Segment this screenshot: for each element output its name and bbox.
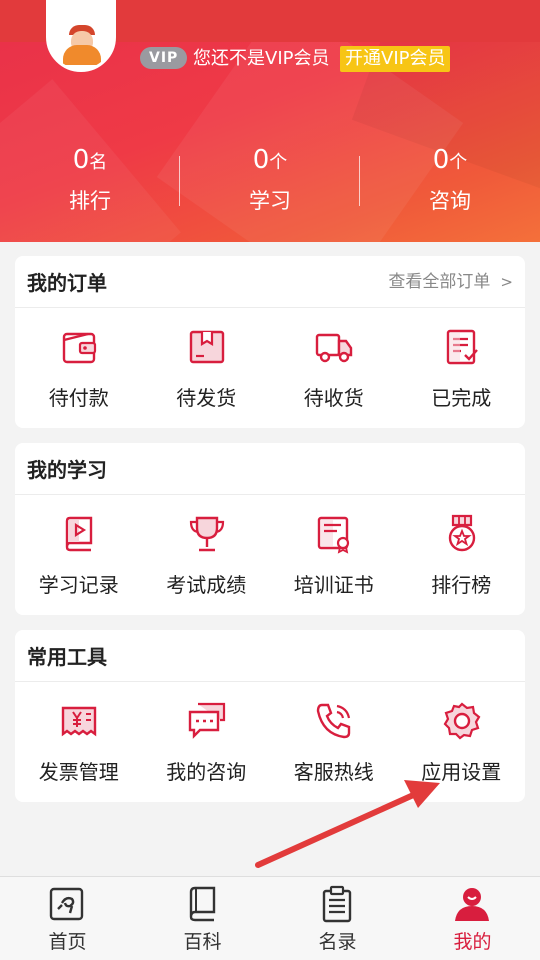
clipboard-icon — [322, 885, 352, 923]
my-consultation[interactable]: 我的咨询 — [143, 682, 271, 802]
avatar[interactable] — [46, 0, 116, 72]
item-label: 已完成 — [431, 386, 492, 410]
stat-value: 0 — [432, 145, 450, 175]
item-label: 待付款 — [48, 386, 109, 410]
phone-icon — [316, 703, 351, 739]
item-label: 待收货 — [303, 386, 364, 410]
truck-icon — [315, 333, 353, 363]
order-to-ship[interactable]: 待发货 — [143, 308, 271, 428]
video-book-icon — [65, 516, 93, 552]
tab-label: 我的 — [453, 931, 492, 953]
book-icon — [189, 886, 216, 922]
tab-label: 百科 — [183, 931, 222, 953]
orders-card: 我的订单 查看全部订单 > 待付款 待发货 待收货 已完成 — [15, 256, 525, 428]
order-to-receive[interactable]: 待收货 — [270, 308, 398, 428]
stats-row: 0名 排行 0个 学习 0个 咨询 — [0, 142, 540, 222]
medal-icon — [448, 514, 475, 552]
item-label: 发票管理 — [38, 760, 119, 784]
chat-icon — [188, 702, 225, 739]
orders-title: 我的订单 — [27, 271, 107, 295]
bottom-tab-bar: 首页 百科 名录 我的 — [0, 876, 540, 960]
study-card: 我的学习 学习记录 考试成绩 培训证书 排行榜 — [15, 443, 525, 615]
training-certificate[interactable]: 培训证书 — [270, 495, 398, 615]
settings-icon — [443, 702, 480, 740]
invoice-management[interactable]: 发票管理 — [15, 682, 143, 802]
item-label: 客服热线 — [293, 760, 374, 784]
order-pending-payment[interactable]: 待付款 — [15, 308, 143, 428]
item-label: 应用设置 — [421, 760, 502, 784]
trophy-icon — [189, 516, 224, 552]
package-icon — [189, 330, 224, 364]
stat-unit: 个 — [449, 152, 468, 173]
user-icon — [455, 888, 489, 921]
stat-unit: 名 — [89, 152, 108, 173]
tab-label: 首页 — [48, 931, 87, 953]
wallet-icon — [62, 332, 97, 364]
stat-value: 0 — [72, 145, 90, 175]
tab-home[interactable]: 首页 — [0, 877, 135, 960]
item-label: 排行榜 — [431, 573, 492, 597]
stat-unit: 个 — [269, 152, 288, 173]
study-title: 我的学习 — [27, 458, 107, 482]
invoice-icon — [61, 706, 97, 737]
item-label: 学习记录 — [38, 573, 119, 597]
stat-consult[interactable]: 0个 咨询 — [360, 142, 540, 222]
home-icon — [49, 887, 84, 921]
stat-ranking[interactable]: 0名 排行 — [0, 142, 180, 222]
leaderboard[interactable]: 排行榜 — [398, 495, 526, 615]
checklist-icon — [446, 329, 478, 365]
vip-badge: VIP — [140, 47, 188, 69]
chevron-right-icon: > — [500, 273, 513, 291]
item-label: 我的咨询 — [166, 760, 247, 784]
item-label: 考试成绩 — [166, 573, 247, 597]
item-label: 培训证书 — [293, 573, 374, 597]
certificate-icon — [317, 516, 350, 554]
stat-label: 咨询 — [429, 189, 471, 213]
profile-header: VIP 您还不是VIP会员 开通VIP会员 0名 排行 0个 学习 0个 咨询 — [0, 0, 540, 242]
view-all-orders-link[interactable]: 查看全部订单 > — [388, 269, 513, 295]
study-record[interactable]: 学习记录 — [15, 495, 143, 615]
open-vip-button[interactable]: 开通VIP会员 — [340, 46, 451, 72]
stat-study[interactable]: 0个 学习 — [180, 142, 360, 222]
customer-service-hotline[interactable]: 客服热线 — [270, 682, 398, 802]
tab-label: 名录 — [318, 931, 357, 953]
stat-value: 0 — [252, 145, 270, 175]
tools-title: 常用工具 — [27, 645, 107, 669]
exam-score[interactable]: 考试成绩 — [143, 495, 271, 615]
tab-encyclopedia[interactable]: 百科 — [135, 877, 270, 960]
card-header: 我的订单 查看全部订单 > — [15, 256, 525, 308]
tab-directory[interactable]: 名录 — [270, 877, 405, 960]
app-settings[interactable]: 应用设置 — [398, 682, 526, 802]
tools-card: 常用工具 发票管理 我的咨询 客服热线 应用设置 — [15, 630, 525, 802]
card-header: 我的学习 — [15, 443, 525, 495]
card-header: 常用工具 — [15, 630, 525, 682]
tab-mine[interactable]: 我的 — [405, 877, 540, 960]
item-label: 待发货 — [176, 386, 237, 410]
order-completed[interactable]: 已完成 — [398, 308, 526, 428]
stat-label: 学习 — [249, 189, 291, 213]
stat-label: 排行 — [69, 189, 111, 213]
vip-status-text: 您还不是VIP会员 — [193, 48, 330, 69]
